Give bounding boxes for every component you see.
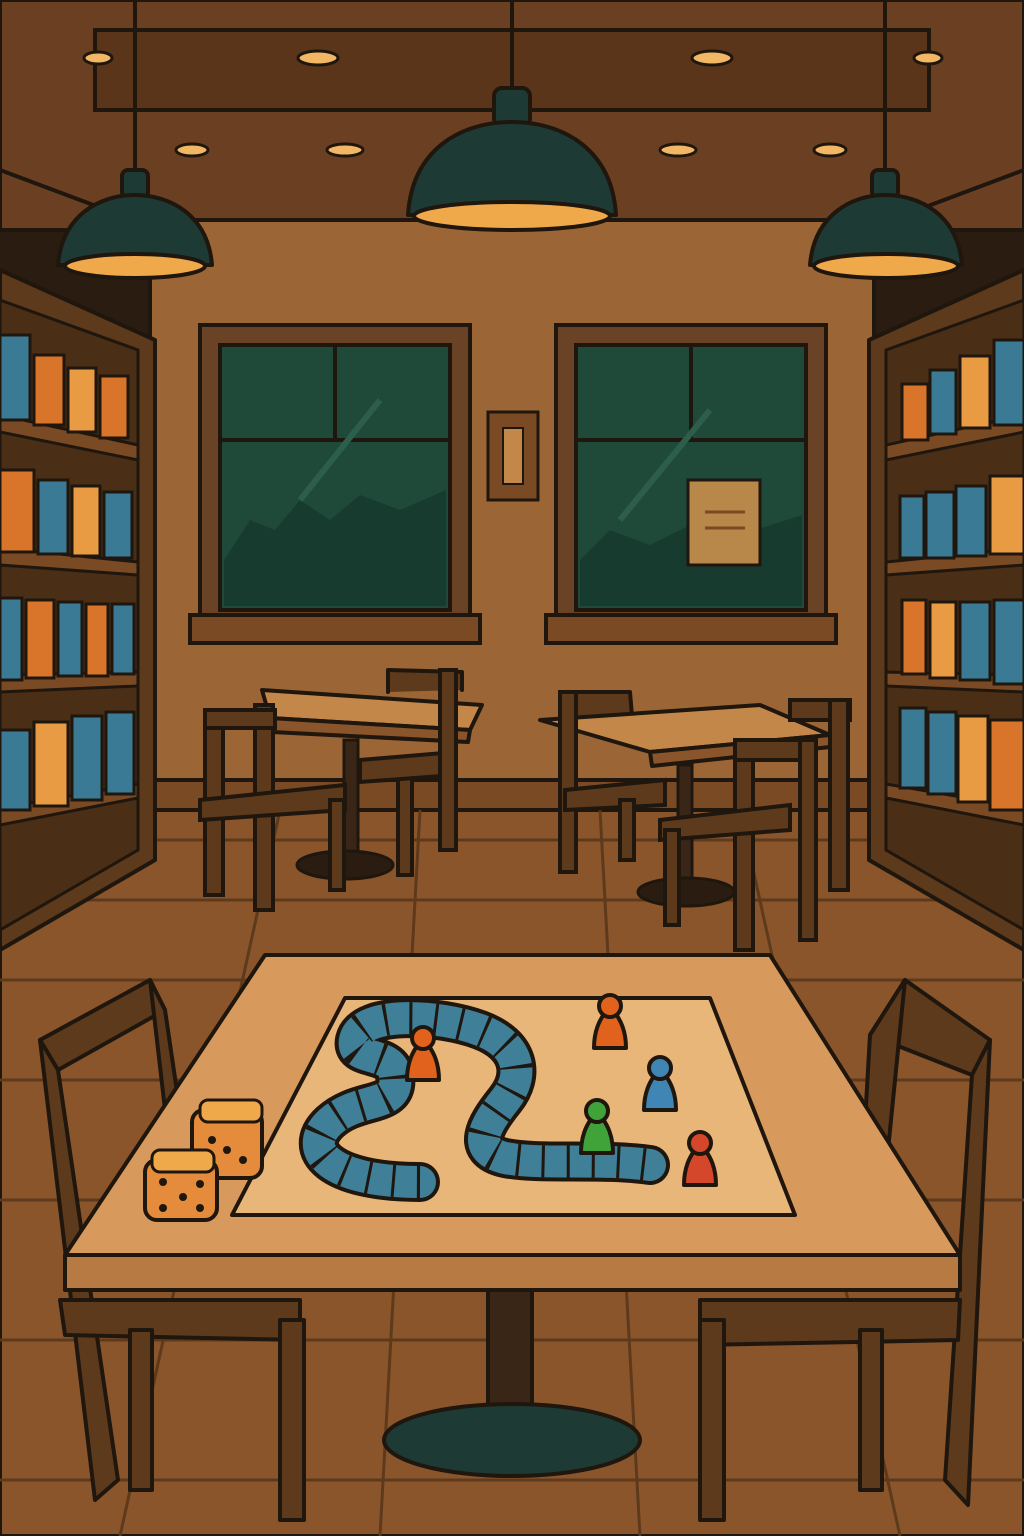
orange-pawn-left [405,1025,441,1082]
blue-pawn [642,1055,678,1112]
wall-light-switch [486,410,540,502]
orange-pawn-top [592,993,628,1050]
red-pawn [682,1130,718,1187]
die-front [143,1148,219,1222]
left-window [188,323,482,645]
board-game-cafe-scene [0,0,1024,1536]
right-bookshelf [867,268,1024,952]
window-notice [686,478,762,567]
right-window [544,323,838,645]
left-bookshelf [0,268,157,952]
green-pawn [579,1098,615,1155]
